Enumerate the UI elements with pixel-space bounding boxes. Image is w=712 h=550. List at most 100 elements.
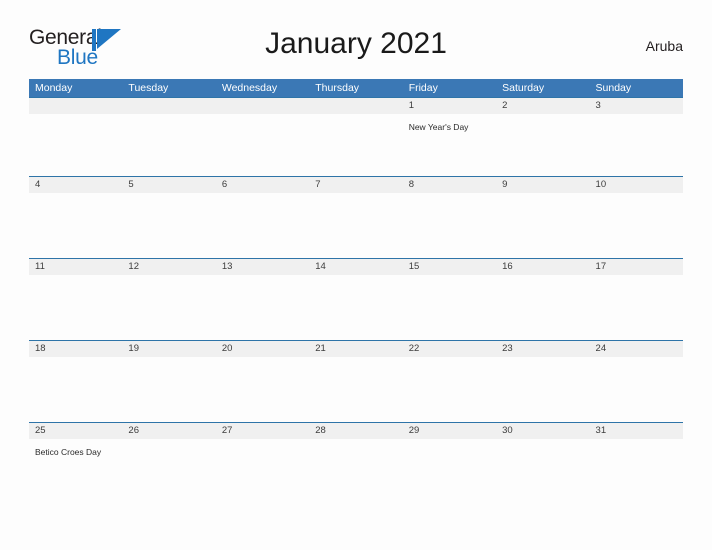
weekday-header-tuesday: Tuesday <box>128 82 169 94</box>
day-cell[interactable] <box>122 357 215 422</box>
weekday-header-wednesday: Wednesday <box>221 82 278 94</box>
day-number[interactable]: 30 <box>496 423 589 439</box>
day-cell[interactable] <box>29 275 122 340</box>
day-cell[interactable] <box>122 275 215 340</box>
day-number[interactable]: 17 <box>590 259 683 275</box>
page-title: January 2021 <box>265 27 447 60</box>
day-cell[interactable] <box>309 439 402 504</box>
day-number[interactable]: 14 <box>309 259 402 275</box>
weekday-header-monday: Monday <box>35 82 73 94</box>
week-date-band: 25 26 27 28 29 30 31 <box>29 423 683 439</box>
day-number[interactable]: 26 <box>122 423 215 439</box>
weekday-header-row: Monday Tuesday Wednesday Thursday Friday… <box>29 79 683 97</box>
day-number[interactable]: 29 <box>403 423 496 439</box>
day-number[interactable]: 28 <box>309 423 402 439</box>
day-number[interactable]: 9 <box>496 177 589 193</box>
day-cell[interactable] <box>496 193 589 258</box>
day-cell[interactable] <box>309 357 402 422</box>
week-date-band: 1 2 3 <box>29 98 683 114</box>
page-header: General Blue January 2021 Aruba <box>29 24 683 72</box>
country-label: Aruba <box>645 38 683 54</box>
day-cell[interactable] <box>590 193 683 258</box>
day-number[interactable]: 1 <box>403 98 496 114</box>
day-cell[interactable] <box>496 114 589 176</box>
week-event-band: Betico Croes Day <box>29 439 683 504</box>
calendar-week-row: 11 12 13 14 15 16 17 <box>29 258 683 340</box>
day-cell[interactable] <box>590 114 683 176</box>
day-number[interactable]: 10 <box>590 177 683 193</box>
day-number[interactable]: 23 <box>496 341 589 357</box>
day-cell[interactable] <box>309 275 402 340</box>
weekday-header-thursday: Thursday <box>315 82 360 94</box>
day-number[interactable] <box>216 98 309 114</box>
event-label: Betico Croes Day <box>35 447 102 457</box>
day-number[interactable]: 16 <box>496 259 589 275</box>
day-cell[interactable] <box>122 193 215 258</box>
day-cell[interactable] <box>216 439 309 504</box>
day-cell[interactable] <box>216 275 309 340</box>
day-number[interactable]: 20 <box>216 341 309 357</box>
day-number[interactable]: 4 <box>29 177 122 193</box>
calendar-week-row: 25 26 27 28 29 30 31 Betico Croes Day <box>29 422 683 504</box>
calendar-week-row: 1 2 3 New Year's Day <box>29 97 683 176</box>
day-cell[interactable] <box>29 193 122 258</box>
week-date-band: 4 5 6 7 8 9 10 <box>29 177 683 193</box>
day-cell[interactable] <box>216 357 309 422</box>
day-number[interactable]: 12 <box>122 259 215 275</box>
day-number[interactable] <box>122 98 215 114</box>
day-number[interactable]: 18 <box>29 341 122 357</box>
day-number[interactable]: 7 <box>309 177 402 193</box>
day-cell[interactable] <box>309 193 402 258</box>
day-number[interactable]: 21 <box>309 341 402 357</box>
day-cell[interactable] <box>216 114 309 176</box>
week-event-band <box>29 357 683 422</box>
day-cell[interactable] <box>216 193 309 258</box>
day-cell[interactable] <box>496 275 589 340</box>
day-cell[interactable] <box>122 439 215 504</box>
day-cell[interactable] <box>590 275 683 340</box>
day-number[interactable]: 22 <box>403 341 496 357</box>
week-date-band: 11 12 13 14 15 16 17 <box>29 259 683 275</box>
day-number[interactable] <box>309 98 402 114</box>
day-number[interactable]: 3 <box>590 98 683 114</box>
day-cell[interactable] <box>403 439 496 504</box>
weekday-header-saturday: Saturday <box>502 82 545 94</box>
day-number[interactable]: 2 <box>496 98 589 114</box>
week-date-band: 18 19 20 21 22 23 24 <box>29 341 683 357</box>
calendar-week-row: 4 5 6 7 8 9 10 <box>29 176 683 258</box>
calendar-grid: Monday Tuesday Wednesday Thursday Friday… <box>29 79 683 504</box>
day-number[interactable]: 6 <box>216 177 309 193</box>
day-cell[interactable] <box>496 357 589 422</box>
day-number[interactable]: 25 <box>29 423 122 439</box>
week-event-band: New Year's Day <box>29 114 683 176</box>
day-cell[interactable] <box>496 439 589 504</box>
day-cell[interactable] <box>29 357 122 422</box>
day-number[interactable]: 27 <box>216 423 309 439</box>
day-number[interactable]: 31 <box>590 423 683 439</box>
day-number[interactable]: 19 <box>122 341 215 357</box>
weekday-header-sunday: Sunday <box>595 82 632 94</box>
day-cell[interactable] <box>122 114 215 176</box>
day-number[interactable]: 8 <box>403 177 496 193</box>
day-cell[interactable] <box>309 114 402 176</box>
day-cell[interactable] <box>403 357 496 422</box>
event-label: New Year's Day <box>408 122 469 132</box>
day-number[interactable]: 5 <box>122 177 215 193</box>
day-cell[interactable] <box>29 114 122 176</box>
day-cell[interactable]: Betico Croes Day <box>29 439 122 504</box>
day-number[interactable]: 13 <box>216 259 309 275</box>
day-number[interactable]: 11 <box>29 259 122 275</box>
day-cell[interactable] <box>403 275 496 340</box>
day-cell[interactable] <box>590 357 683 422</box>
calendar-page: General Blue January 2021 Aruba Monday T… <box>0 0 712 550</box>
day-number[interactable]: 24 <box>590 341 683 357</box>
week-event-band <box>29 275 683 340</box>
day-cell[interactable] <box>403 193 496 258</box>
week-event-band <box>29 193 683 258</box>
day-cell[interactable]: New Year's Day <box>403 114 496 176</box>
day-number[interactable] <box>29 98 122 114</box>
day-number[interactable]: 15 <box>403 259 496 275</box>
calendar-week-row: 18 19 20 21 22 23 24 <box>29 340 683 422</box>
weekday-header-friday: Friday <box>408 82 438 94</box>
day-cell[interactable] <box>590 439 683 504</box>
